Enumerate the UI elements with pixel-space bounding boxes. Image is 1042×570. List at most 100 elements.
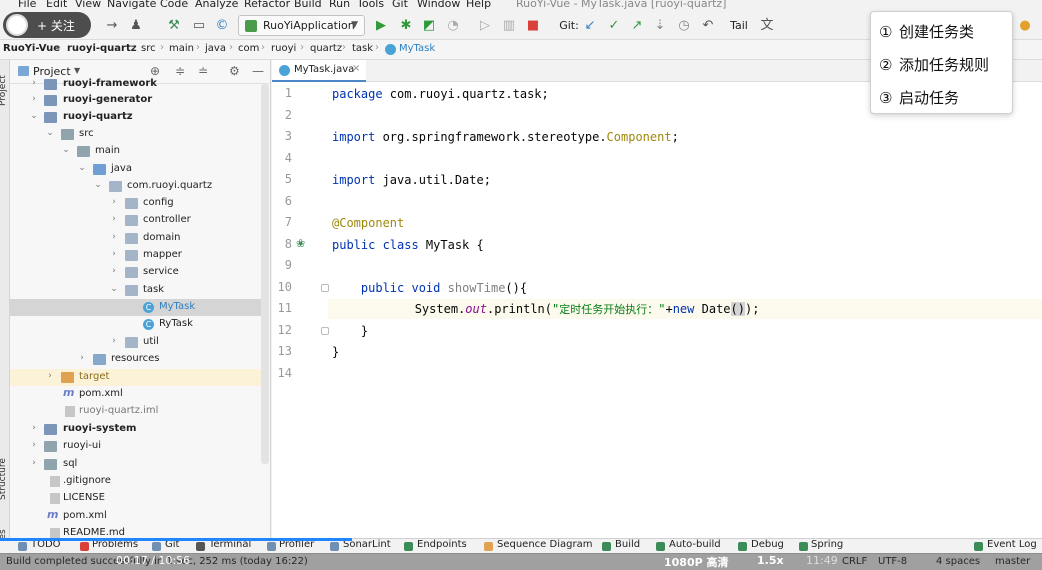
- tool-debug[interactable]: Debug: [751, 539, 784, 550]
- tree-item[interactable]: ⌄ main: [10, 143, 261, 160]
- quality-selector[interactable]: 1080P 高清: [664, 554, 729, 570]
- menu-view[interactable]: View: [75, 0, 101, 10]
- breadcrumb-class[interactable]: MyTask: [399, 43, 435, 54]
- tool-build[interactable]: Build: [615, 539, 640, 550]
- tab-mytask[interactable]: MyTask.java ×: [272, 60, 366, 82]
- tool-event-log[interactable]: Event Log: [987, 539, 1037, 550]
- run-icon[interactable]: ▶: [373, 18, 389, 34]
- tool-endpoints[interactable]: Endpoints: [417, 539, 467, 550]
- structure-tool-tab[interactable]: Structure: [0, 458, 8, 500]
- plugin-icon[interactable]: ●: [1017, 18, 1033, 34]
- tool-spring[interactable]: Spring: [811, 539, 843, 550]
- tree-item[interactable]: ⌄ src: [10, 126, 261, 143]
- menu-run[interactable]: Run: [329, 0, 350, 10]
- video-progress-bar[interactable]: [0, 538, 352, 541]
- menu-edit[interactable]: Edit: [46, 0, 67, 10]
- tree-item[interactable]: C RyTask: [10, 316, 261, 333]
- tree-item[interactable]: › ruoyi-framework: [10, 76, 261, 93]
- breadcrumb-ruoyi[interactable]: ruoyi: [271, 43, 296, 54]
- code-area[interactable]: package com.ruoyi.quartz.task; import or…: [328, 82, 1042, 538]
- breadcrumb-java[interactable]: java: [205, 43, 226, 54]
- menu-window[interactable]: Window: [417, 0, 460, 10]
- tree-item[interactable]: › service: [10, 264, 261, 281]
- tree-item[interactable]: › ruoyi-generator: [10, 92, 261, 109]
- class-icon: [385, 44, 396, 55]
- git-update-icon[interactable]: ↙: [582, 18, 598, 34]
- rollback-icon[interactable]: ↶: [700, 18, 716, 34]
- menu-git[interactable]: Git: [392, 0, 408, 10]
- project-tool-tab[interactable]: Project: [0, 75, 8, 106]
- follow-button[interactable]: + 关注: [37, 17, 75, 34]
- git-icon: [152, 542, 161, 551]
- breadcrumb-module[interactable]: ruoyi-quartz: [67, 43, 137, 54]
- debug-icon[interactable]: ✱: [398, 18, 414, 34]
- tree-item[interactable]: ⌄ java: [10, 161, 261, 178]
- tree-item-selected[interactable]: C MyTask: [10, 299, 261, 316]
- coverage-icon[interactable]: ◩: [421, 18, 437, 34]
- menu-help[interactable]: Help: [466, 0, 491, 10]
- tree-item[interactable]: .gitignore: [10, 473, 261, 490]
- tree-item-label: main: [95, 145, 120, 156]
- git-push-icon[interactable]: ↗: [629, 18, 645, 34]
- tree-item[interactable]: ⌄ ruoyi-quartz: [10, 109, 261, 126]
- tree-item-label: mapper: [143, 249, 182, 260]
- user-icon[interactable]: ♟: [128, 18, 144, 34]
- sync-icon[interactable]: ©: [214, 18, 230, 34]
- git-fetch-icon[interactable]: ⇣: [652, 18, 668, 34]
- menu-file[interactable]: File: [18, 0, 36, 10]
- tree-item[interactable]: README.md: [10, 525, 261, 538]
- rerun-icon[interactable]: ▥: [501, 18, 517, 34]
- tree-item[interactable]: ⌄ com.ruoyi.quartz: [10, 178, 261, 195]
- git-commit-icon[interactable]: ✓: [606, 18, 622, 34]
- hammer-icon[interactable]: ⚒: [166, 18, 182, 34]
- stop-icon[interactable]: ■: [525, 18, 541, 34]
- menu-tools[interactable]: Tools: [357, 0, 384, 10]
- breadcrumb-src[interactable]: src: [141, 43, 156, 54]
- tree-item[interactable]: LICENSE: [10, 490, 261, 507]
- tree-item[interactable]: › sql: [10, 456, 261, 473]
- tool-sequence-diagram[interactable]: Sequence Diagram: [497, 539, 592, 550]
- menu-build[interactable]: Build: [294, 0, 322, 10]
- tree-item[interactable]: m pom.xml: [10, 508, 261, 525]
- breadcrumb-project[interactable]: RuoYi-Vue: [3, 43, 60, 54]
- tree-item[interactable]: › ruoyi-system: [10, 421, 261, 438]
- tree-item[interactable]: ⌄ task: [10, 282, 261, 299]
- project-scrollbar[interactable]: [261, 84, 269, 464]
- breadcrumb-quartz[interactable]: quartz: [310, 43, 342, 54]
- tree-item[interactable]: › ruoyi-ui: [10, 438, 261, 455]
- tree-item[interactable]: › mapper: [10, 247, 261, 264]
- tree-item[interactable]: › resources: [10, 351, 261, 368]
- code-line: }: [332, 345, 340, 359]
- menu-analyze[interactable]: Analyze: [195, 0, 238, 10]
- favorites-tool-tab[interactable]: Favorites: [0, 529, 8, 538]
- attach-icon[interactable]: ▷: [477, 18, 493, 34]
- history-icon[interactable]: ◷: [676, 18, 692, 34]
- tree-item[interactable]: › domain: [10, 230, 261, 247]
- breadcrumb-com[interactable]: com: [238, 43, 259, 54]
- menu-code[interactable]: Code: [160, 0, 188, 10]
- maven-icon: m: [63, 386, 75, 399]
- chevron-down-icon[interactable]: ▼: [74, 66, 80, 75]
- menu-navigate[interactable]: Navigate: [107, 0, 156, 10]
- profile-icon[interactable]: ◔: [445, 18, 461, 34]
- forward-icon[interactable]: →: [104, 18, 120, 34]
- tree-item[interactable]: › target: [10, 369, 261, 386]
- streamer-badge[interactable]: + 关注: [3, 12, 91, 38]
- tree-item[interactable]: › controller: [10, 212, 261, 229]
- breadcrumb-task[interactable]: task: [352, 43, 373, 54]
- translate-icon[interactable]: 文: [759, 18, 775, 34]
- tree-item[interactable]: › util: [10, 334, 261, 351]
- spring-bean-icon[interactable]: ❀: [296, 237, 310, 250]
- breadcrumb-main[interactable]: main: [169, 43, 194, 54]
- tool-auto-build[interactable]: Auto-build: [669, 539, 721, 550]
- folder-icon[interactable]: ▭: [191, 18, 207, 34]
- tree-item[interactable]: ruoyi-quartz.iml: [10, 403, 261, 420]
- tree-item-label: resources: [111, 353, 160, 364]
- tree-item[interactable]: m pom.xml: [10, 386, 261, 403]
- run-config-select[interactable]: RuoYiApplication ▼: [238, 15, 365, 36]
- menu-refactor[interactable]: Refactor: [244, 0, 290, 10]
- speed-selector[interactable]: 1.5x: [757, 554, 784, 567]
- tree-item[interactable]: › config: [10, 195, 261, 212]
- close-icon[interactable]: ×: [352, 63, 360, 74]
- tail-button[interactable]: Tail: [727, 18, 751, 34]
